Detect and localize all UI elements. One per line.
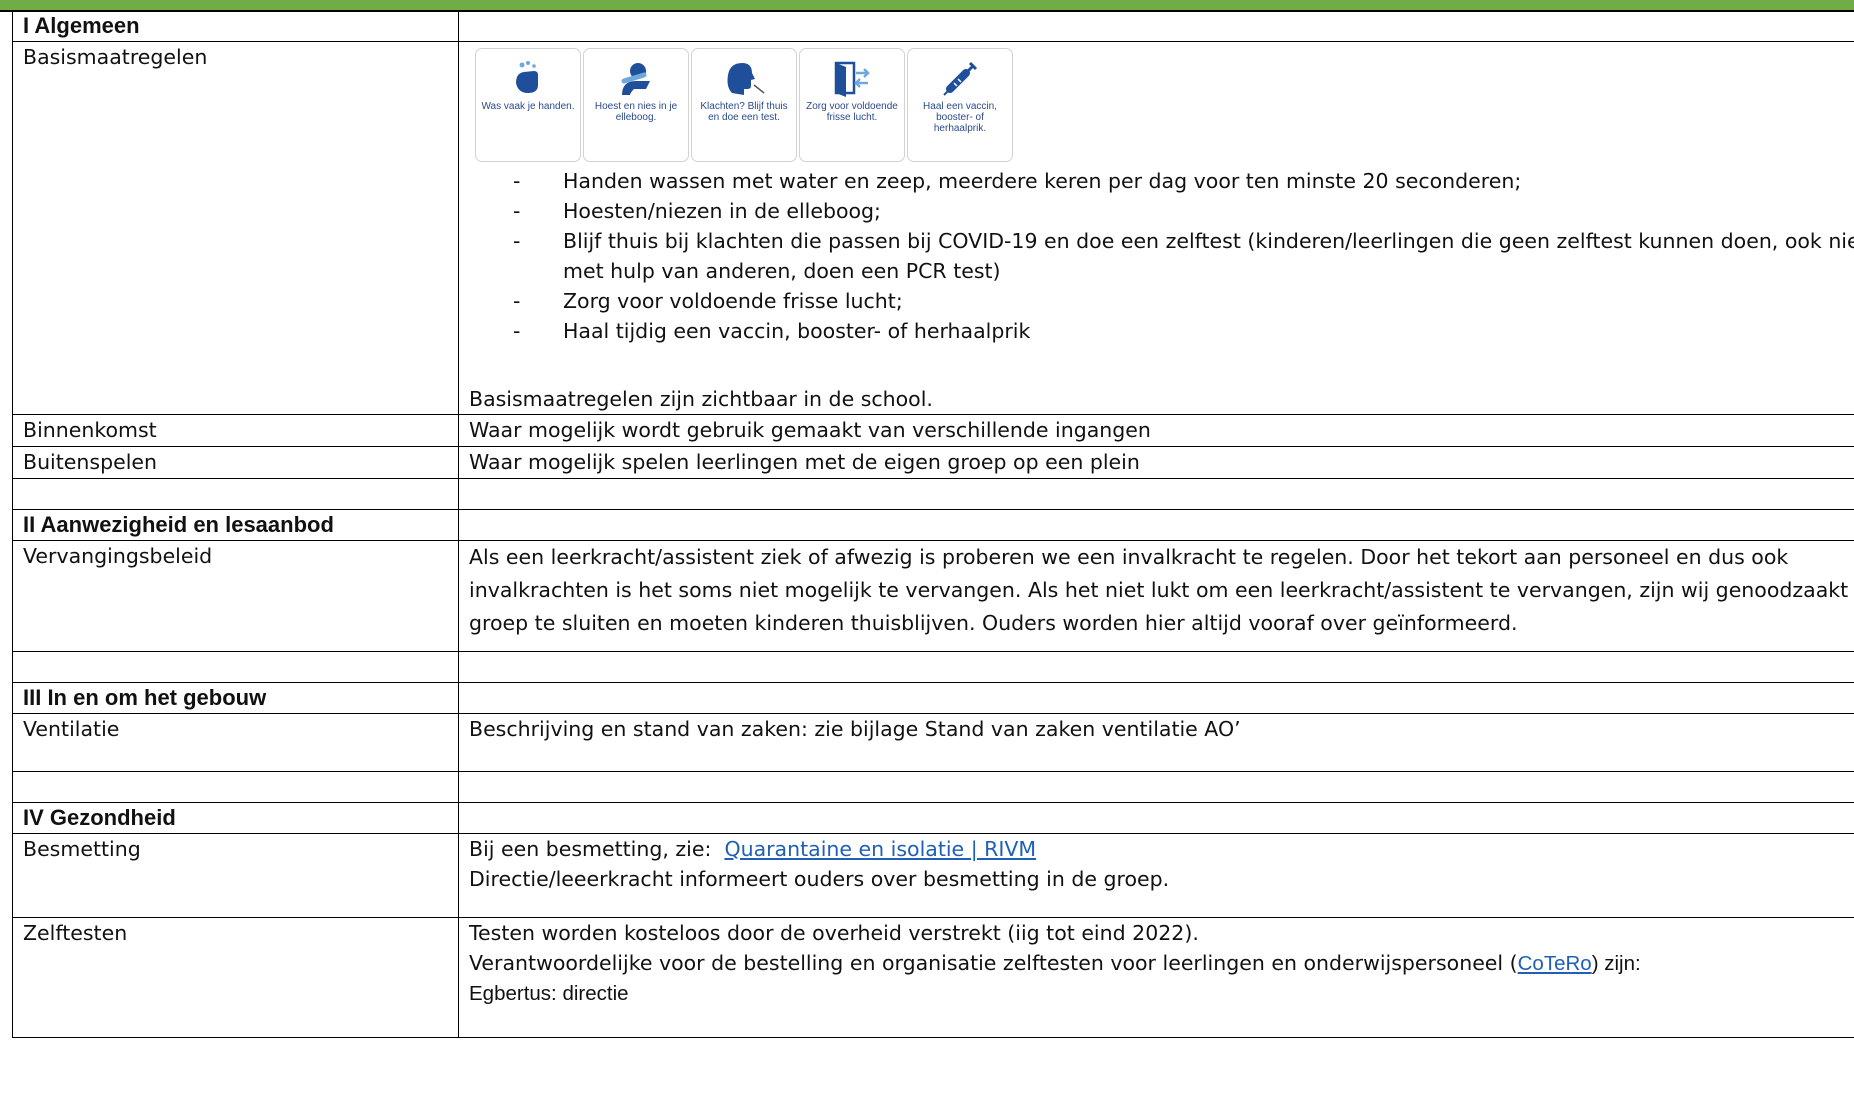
cough-elbow-icon [621,63,650,95]
besmetting-prefix: Bij een besmetting, zie: [469,837,718,861]
vaccine-syringe-icon [943,61,978,96]
besmetting-line1: Bij een besmetting, zie: Quarantaine en … [469,835,1854,865]
zelftesten-line2-prefix: Verantwoordelijke voor de bestelling en … [469,951,1518,975]
row-content: Als een leerkracht/assistent ziek of afw… [458,540,1854,652]
icon-card: Hoest en nies in je elleboog. [583,48,689,162]
empty-cell [12,651,459,683]
empty-cell [12,771,459,803]
table-row: Zelftesten Testen worden kosteloos door … [12,917,1854,1038]
basismaatregelen-list: Handen wassen met water en zeep, meerder… [469,166,1854,346]
protocol-table: I Algemeen Basismaatregelen Was vaak je … [12,10,1854,1038]
table-row: Buitenspelen Waar mogelijk spelen leerli… [12,446,1854,479]
row-content: Testen worden kosteloos door de overheid… [458,917,1854,1038]
list-item: Zorg voor voldoende frisse lucht; [469,286,1854,316]
stay-home-test-icon [727,63,765,95]
empty-cell [458,478,1854,510]
list-item: Haal tijdig een vaccin, booster- of herh… [469,316,1854,346]
list-item: Hoesten/niezen in de elleboog; [469,196,1854,226]
icon-caption: Was vaak je handen. [481,101,575,112]
section-empty-cell [458,509,1854,541]
row-content: Beschrijving en stand van zaken: zie bij… [458,713,1854,772]
empty-cell [12,478,459,510]
empty-cell [458,771,1854,803]
basismaatregelen-icons: Was vaak je handen. Hoest en nies in je … [475,48,1854,162]
section-header-row: III In en om het gebouw [12,682,1854,714]
zelftesten-line2-suffix: ) zijn: [1591,952,1641,975]
hand-washing-icon [516,61,538,93]
spacer-row [12,478,1854,510]
table-row: Basismaatregelen Was vaak je handen. Hoe… [12,41,1854,415]
row-label: Vervangingsbeleid [12,540,459,652]
icon-card: Zorg voor voldoende frisse lucht. [799,48,905,162]
icon-caption: Klachten? Blijf thuis en doe een test. [700,101,788,123]
section-title: III In en om het gebouw [12,682,459,714]
zelftesten-line1: Testen worden kosteloos door de overheid… [469,921,1199,945]
section-empty-cell [458,10,1854,42]
table-row: Besmetting Bij een besmetting, zie: Quar… [12,833,1854,918]
list-item: Blijf thuis bij klachten die passen bij … [469,226,1854,286]
besmetting-line2: Directie/leeerkracht informeert ouders o… [469,867,1170,891]
cotero-link[interactable]: CoTeRo [1518,952,1592,975]
section-title: II Aanwezigheid en lesaanbod [12,509,459,541]
section-header-row: I Algemeen [12,10,1854,42]
section-empty-cell [458,802,1854,834]
icon-card: Was vaak je handen. [475,48,581,162]
row-note: Basismaatregelen zijn zichtbaar in de sc… [469,387,933,411]
icon-caption: Haal een vaccin, booster- of herhaalprik… [923,101,997,134]
row-content: Was vaak je handen. Hoest en nies in je … [458,41,1854,415]
rivm-quarantine-link[interactable]: Quarantaine en isolatie | RIVM [724,837,1036,861]
icon-caption: Hoest en nies in je elleboog. [594,101,678,123]
row-content: Waar mogelijk wordt gebruik gemaakt van … [458,414,1854,447]
table-row: Vervangingsbeleid Als een leerkracht/ass… [12,540,1854,652]
row-label: Binnenkomst [12,414,459,447]
section-header-row: II Aanwezigheid en lesaanbod [12,509,1854,541]
icon-caption: Zorg voor voldoende frisse lucht. [806,101,898,123]
spacer-row [12,771,1854,803]
fresh-air-icon [834,61,870,97]
icon-card: Klachten? Blijf thuis en doe een test. [691,48,797,162]
section-title: IV Gezondheid [12,802,459,834]
row-label: Buitenspelen [12,446,459,479]
row-label: Basismaatregelen [12,41,459,415]
spacer-row [12,651,1854,683]
table-row: Ventilatie Beschrijving en stand van zak… [12,713,1854,772]
row-label: Ventilatie [12,713,459,772]
section-header-row: IV Gezondheid [12,802,1854,834]
zelftesten-line3: Egbertus: directie [469,982,629,1005]
table-row: Binnenkomst Waar mogelijk wordt gebruik … [12,414,1854,447]
zelftesten-line2: Verantwoordelijke voor de bestelling en … [469,948,1854,979]
icon-card: Haal een vaccin, booster- of herhaalprik… [907,48,1013,162]
section-title: I Algemeen [12,10,459,42]
row-label: Zelftesten [12,917,459,1038]
list-item: Handen wassen met water en zeep, meerder… [469,166,1854,196]
row-content: Bij een besmetting, zie: Quarantaine en … [458,833,1854,918]
empty-cell [458,651,1854,683]
row-content: Waar mogelijk spelen leerlingen met de e… [458,446,1854,479]
row-label: Besmetting [12,833,459,918]
section-empty-cell [458,682,1854,714]
